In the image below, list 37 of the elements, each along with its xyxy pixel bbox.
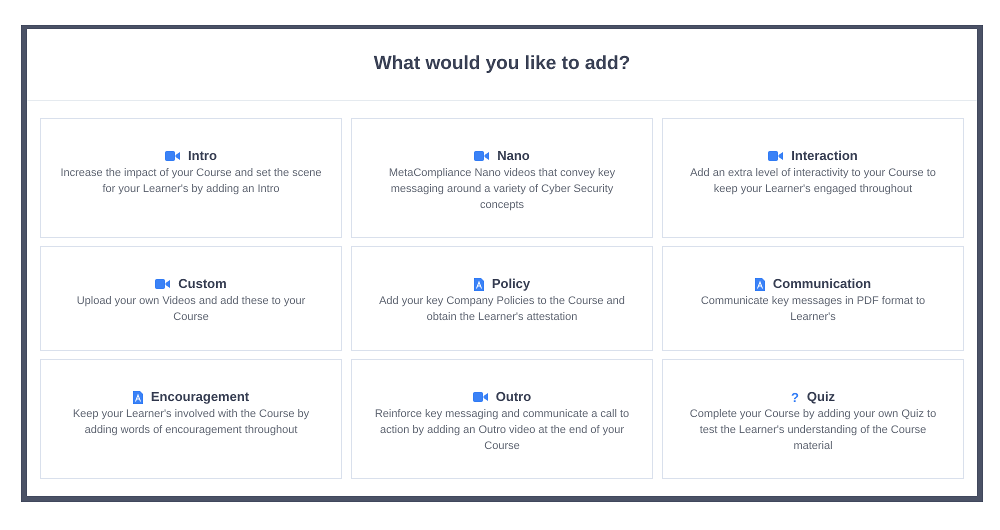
- option-card[interactable]: Communication Communicate key messages in PDF format to Learner's: [662, 246, 964, 351]
- option-description: Keep your Learner's involved with the Course by adding words of encouragement throughout: [72, 407, 310, 438]
- video-camera-icon: [768, 151, 784, 161]
- dialog-title: What would you like to add?: [374, 52, 630, 76]
- pdf-file-icon: [132, 390, 143, 404]
- option-description: MetaCompliance Nano videos that convey key messaging around a variety of Cyber Security concepts: [388, 166, 616, 213]
- option-description: Add your key Company Policies to the Course and obtain the Learner's attestation: [378, 294, 626, 325]
- option-card[interactable]: Nano MetaCompliance Nano videos that convey key messaging around a variety of Cyber Security concepts: [351, 118, 653, 238]
- option-title: Intro: [188, 147, 217, 166]
- option-card[interactable]: ? Quiz Complete your Course by adding your own Quiz to test the Learner's understanding of the Course material: [662, 359, 964, 479]
- option-description: Increase the impact of your Course and set the scene for your Learner's by adding an Intro: [59, 166, 323, 197]
- option-title: Encouragement: [150, 388, 250, 406]
- option-card[interactable]: Outro Reinforce key messaging and communicate a call to action by adding an Outro video at the end of your Course: [351, 359, 653, 479]
- option-card[interactable]: Encouragement Keep your Learner's involved with the Course by adding words of encouragement throughout: [40, 359, 342, 479]
- option-title: Interaction: [791, 147, 858, 166]
- option-description: Reinforce key messaging and communicate a call to action by adding an Outro video at the end of your Course: [374, 407, 630, 454]
- option-card[interactable]: Policy Add your key Company Policies to the Course and obtain the Learner's attestation: [351, 246, 653, 351]
- question-mark-icon: ?: [790, 390, 799, 404]
- video-camera-icon: [474, 151, 490, 161]
- option-card[interactable]: Custom Upload your own Videos and add these to your Course: [40, 246, 342, 351]
- option-title: Quiz: [806, 388, 836, 406]
- option-description: Upload your own Videos and add these to your Course: [76, 294, 306, 325]
- option-title: Communication: [772, 275, 872, 294]
- pdf-file-icon: [754, 278, 765, 290]
- video-camera-icon: [472, 392, 488, 402]
- option-title: Custom: [178, 275, 227, 294]
- option-description: Complete your Course by adding your own Quiz to test the Learner's understanding of the Course material: [688, 407, 938, 454]
- option-title: Policy: [492, 275, 530, 294]
- option-title: Outro: [496, 388, 532, 406]
- video-camera-icon: [155, 279, 170, 289]
- option-title: Nano: [497, 147, 530, 166]
- option-card[interactable]: Interaction Add an extra level of interactivity to your Course to keep your Learner's engaged throughout: [662, 118, 964, 238]
- option-description: Communicate key messages in PDF format to Learner's: [700, 294, 926, 325]
- option-card[interactable]: Intro Increase the impact of your Course and set the scene for your Learner's by adding an Intro: [40, 118, 342, 238]
- video-camera-icon: [165, 151, 180, 161]
- pdf-file-icon: [474, 278, 484, 290]
- option-description: Add an extra level of interactivity to your Course to keep your Learner's engaged throughout: [689, 166, 937, 197]
